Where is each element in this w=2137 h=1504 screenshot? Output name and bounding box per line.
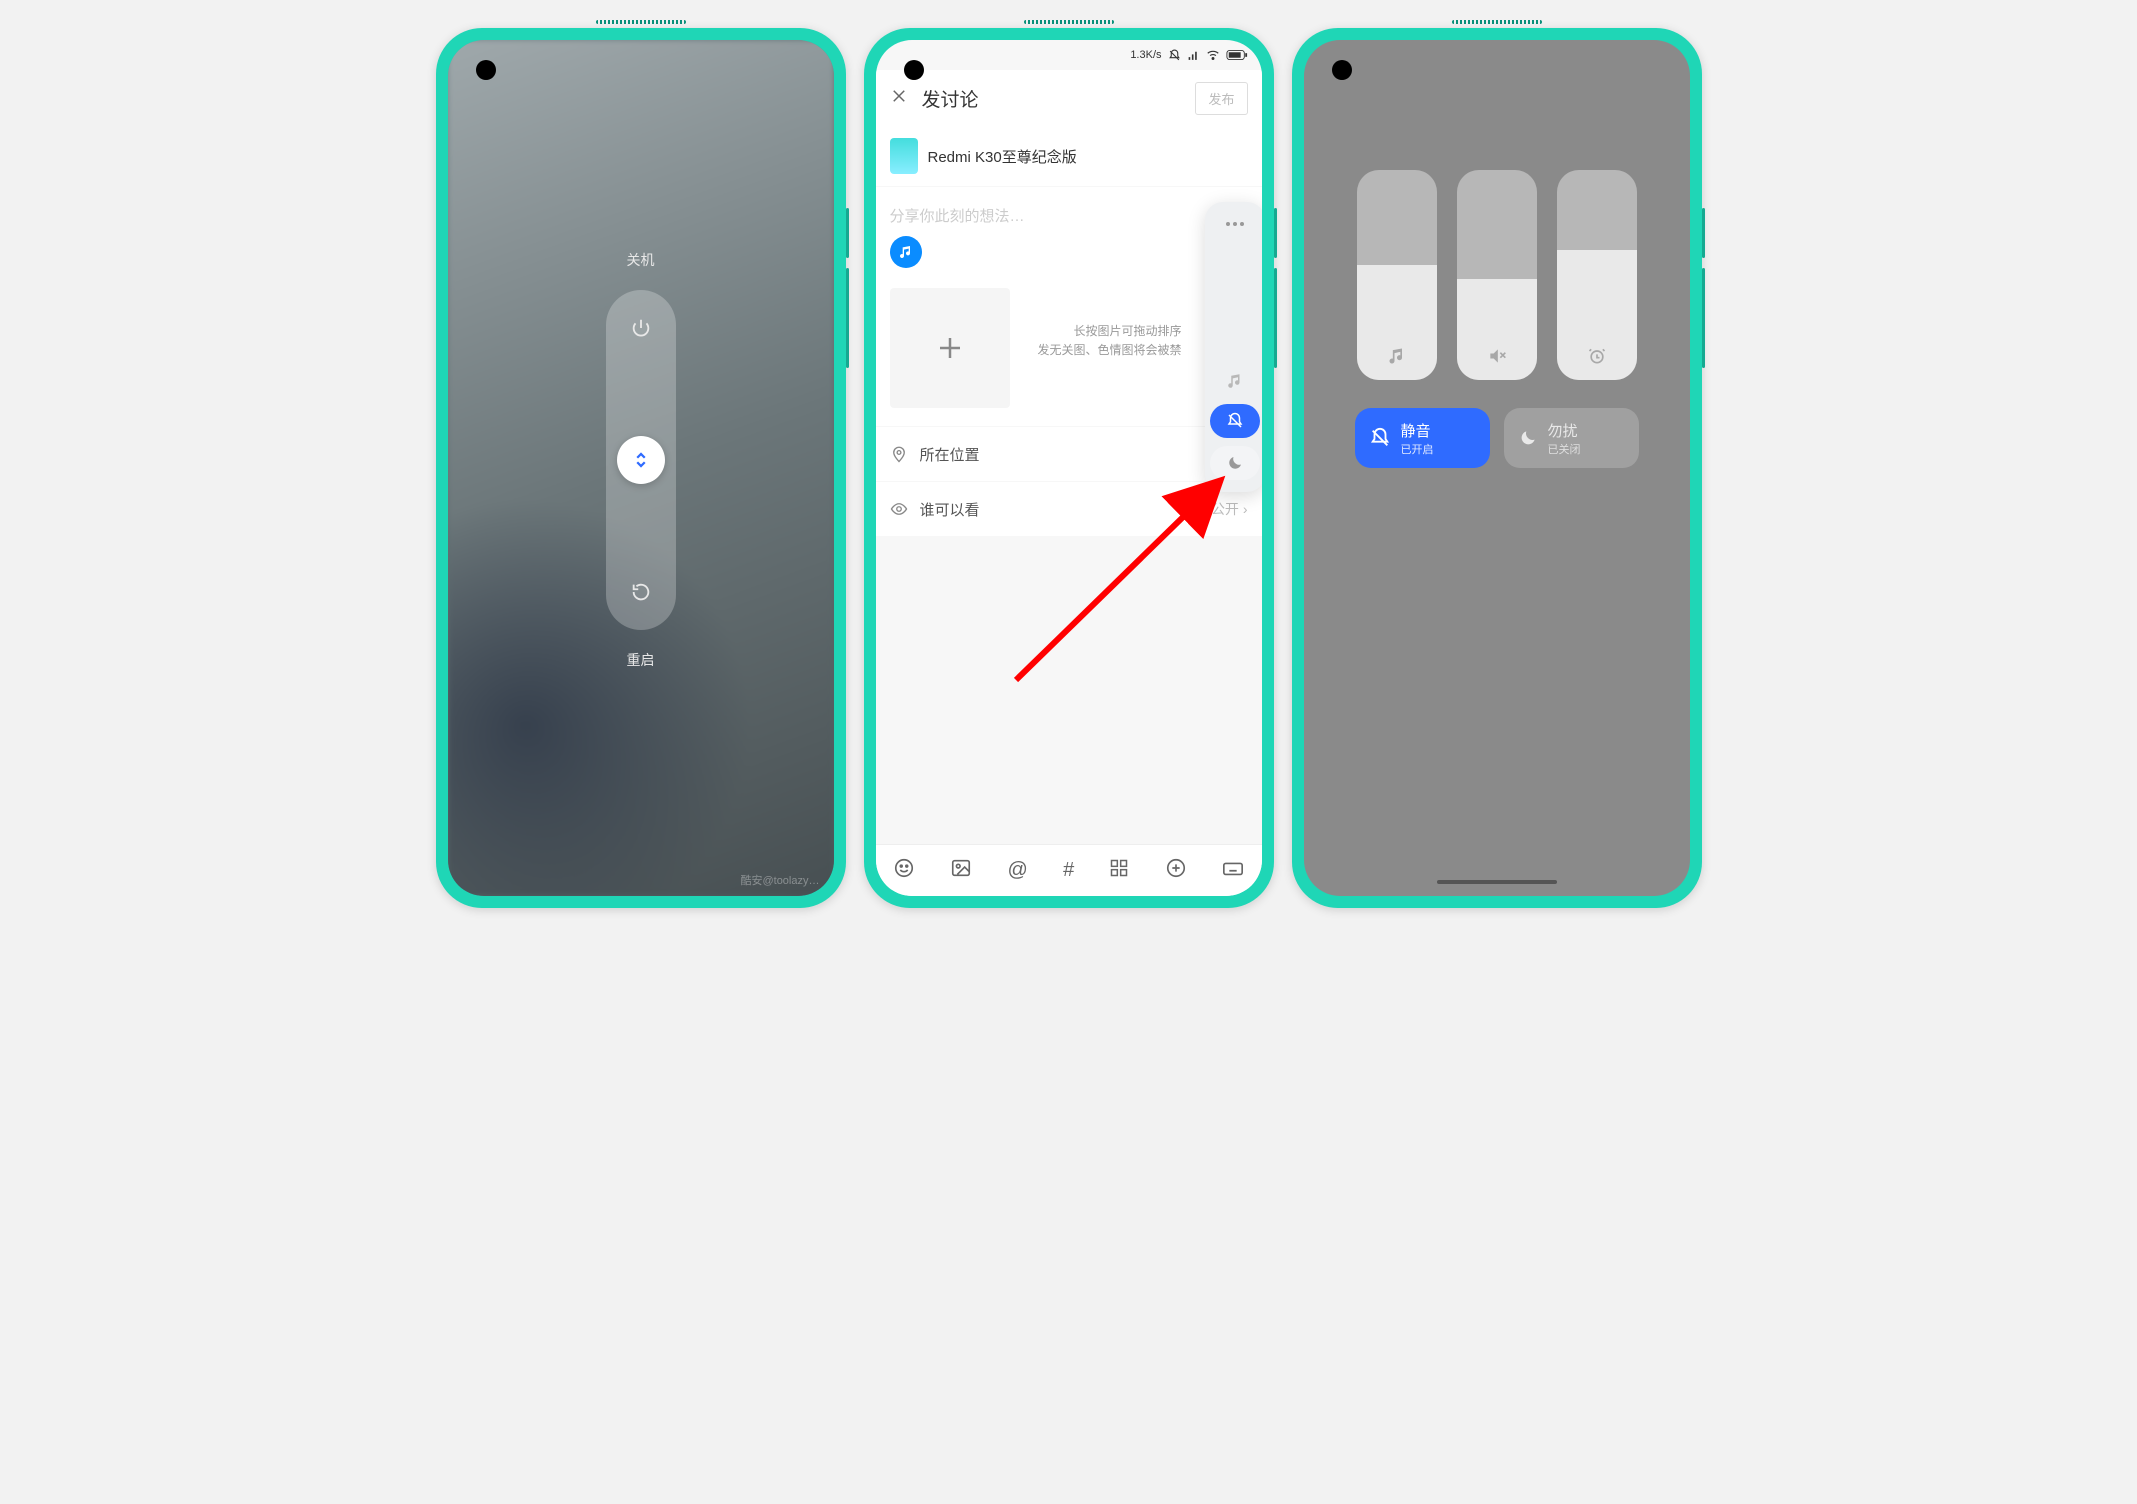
- dnd-mode-card[interactable]: 勿扰 已关闭: [1504, 408, 1639, 468]
- power-slider-pill[interactable]: [606, 290, 676, 630]
- restart-label: 重启: [627, 650, 655, 670]
- music-note-icon: [898, 244, 914, 260]
- speaker-grill: [1024, 20, 1114, 24]
- mention-button[interactable]: @: [1008, 859, 1028, 882]
- device-name: Redmi K30至尊纪念版: [928, 146, 1077, 167]
- publish-button[interactable]: 发布: [1195, 82, 1247, 115]
- speaker-grill: [1452, 20, 1542, 24]
- device-thumbnail: [890, 138, 918, 174]
- alarm-volume-slider[interactable]: [1557, 170, 1637, 380]
- signal-icon: [1187, 49, 1200, 62]
- camera-punch-hole: [1332, 60, 1352, 80]
- visibility-value: 公开: [1211, 501, 1239, 517]
- moon-icon: [1518, 428, 1538, 448]
- media-volume-slider[interactable]: [1357, 170, 1437, 380]
- location-row[interactable]: 所在位置 ›: [876, 427, 1262, 481]
- volume-sliders-group: [1357, 170, 1637, 380]
- emoji-icon: [893, 857, 915, 879]
- screen-power-menu: 关机 重启 酷安@toolazy…: [448, 40, 834, 896]
- phone-frame-2: 1.3K/s 发讨论 发布 Redmi K30至尊纪念版 分享你此刻的想法…: [864, 28, 1274, 908]
- dnd-toggle-button[interactable]: [1210, 446, 1260, 480]
- hashtag-button[interactable]: #: [1063, 859, 1074, 882]
- battery-icon: [1226, 49, 1248, 61]
- compose-toolbar: @ #: [876, 844, 1262, 896]
- phone-frame-3: 静音 已开启 勿扰 已关闭: [1292, 28, 1702, 908]
- image-hint-text: 长按图片可拖动排序 发无关图、色情图将会被禁: [1037, 322, 1181, 360]
- dnd-title: 勿扰: [1548, 420, 1581, 441]
- side-button: [1274, 208, 1277, 258]
- sound-mode-row: 静音 已开启 勿扰 已关闭: [1355, 408, 1639, 468]
- keyboard-button[interactable]: [1222, 857, 1244, 885]
- power-menu: 关机 重启: [448, 40, 834, 896]
- emoji-button[interactable]: [893, 857, 915, 885]
- compose-title: 发讨论: [922, 85, 979, 112]
- music-note-icon: [1387, 346, 1407, 366]
- side-button: [846, 268, 849, 368]
- apps-button[interactable]: [1109, 858, 1129, 884]
- mute-bell-icon: [1226, 412, 1244, 430]
- plus-circle-icon: [1165, 857, 1187, 879]
- speaker-grill: [596, 20, 686, 24]
- add-button[interactable]: [1165, 857, 1187, 885]
- restart-button[interactable]: [623, 574, 659, 610]
- location-pin-icon: [890, 445, 908, 463]
- gesture-nav-bar[interactable]: [1437, 880, 1557, 884]
- chevron-right-icon: ›: [1243, 501, 1248, 517]
- image-icon: [950, 857, 972, 879]
- mute-bell-icon: [1369, 427, 1391, 449]
- visibility-label: 谁可以看: [920, 499, 980, 520]
- phone-frame-1: 关机 重启 酷安@toolazy…: [436, 28, 846, 908]
- add-image-button[interactable]: [890, 288, 1010, 408]
- wifi-icon: [1206, 48, 1220, 62]
- eye-icon: [890, 500, 908, 518]
- device-tag-row[interactable]: Redmi K30至尊纪念版: [876, 126, 1262, 186]
- dnd-status: 已关闭: [1548, 441, 1581, 457]
- mute-toggle-button[interactable]: [1210, 404, 1260, 438]
- power-icon: [630, 317, 652, 339]
- keyboard-icon: [1222, 857, 1244, 879]
- screen-sound-panel: 静音 已开启 勿扰 已关闭: [1304, 40, 1690, 896]
- image-button[interactable]: [950, 857, 972, 885]
- sound-control-panel: 静音 已开启 勿扰 已关闭: [1304, 170, 1690, 468]
- side-button: [1702, 208, 1705, 258]
- screen-compose: 1.3K/s 发讨论 发布 Redmi K30至尊纪念版 分享你此刻的想法…: [876, 40, 1262, 896]
- mute-status: 已开启: [1401, 441, 1434, 457]
- watermark-text: 酷安@toolazy…: [740, 872, 819, 888]
- mute-speaker-icon: [1487, 346, 1507, 366]
- volume-expand-button[interactable]: [1225, 214, 1245, 236]
- side-button: [1274, 268, 1277, 368]
- visibility-row[interactable]: 谁可以看 公开 ›: [876, 482, 1262, 536]
- shutdown-label: 关机: [627, 250, 655, 270]
- compose-body: 分享你此刻的想法… 长按图片可拖动排序 发无关图、色情图将会被禁: [876, 187, 1262, 426]
- compose-header: 发讨论 发布: [876, 70, 1262, 126]
- mute-mode-card[interactable]: 静音 已开启: [1355, 408, 1490, 468]
- status-bar: 1.3K/s: [876, 40, 1262, 70]
- shutdown-button[interactable]: [623, 310, 659, 346]
- volume-overlay-panel: [1205, 202, 1262, 492]
- drag-handle[interactable]: [617, 436, 665, 484]
- side-button: [846, 208, 849, 258]
- camera-punch-hole: [476, 60, 496, 80]
- close-button[interactable]: [890, 85, 908, 111]
- more-icon: [1225, 221, 1245, 227]
- ringer-volume-slider[interactable]: [1457, 170, 1537, 380]
- music-note-icon: [1226, 372, 1244, 390]
- close-icon: [890, 87, 908, 105]
- alarm-clock-icon: [1587, 346, 1607, 366]
- media-volume-slider[interactable]: [1205, 244, 1262, 396]
- music-attachment-button[interactable]: [890, 236, 922, 268]
- plus-icon: [935, 333, 965, 363]
- moon-icon: [1226, 454, 1244, 472]
- camera-punch-hole: [904, 60, 924, 80]
- chevron-up-down-icon: [632, 451, 650, 469]
- mute-title: 静音: [1401, 420, 1434, 441]
- restart-icon: [630, 581, 652, 603]
- network-speed: 1.3K/s: [1130, 49, 1161, 61]
- side-button: [1702, 268, 1705, 368]
- compose-textarea[interactable]: 分享你此刻的想法…: [890, 187, 1248, 236]
- dnd-status-icon: [1168, 49, 1181, 62]
- location-label: 所在位置: [920, 444, 980, 465]
- grid-icon: [1109, 858, 1129, 878]
